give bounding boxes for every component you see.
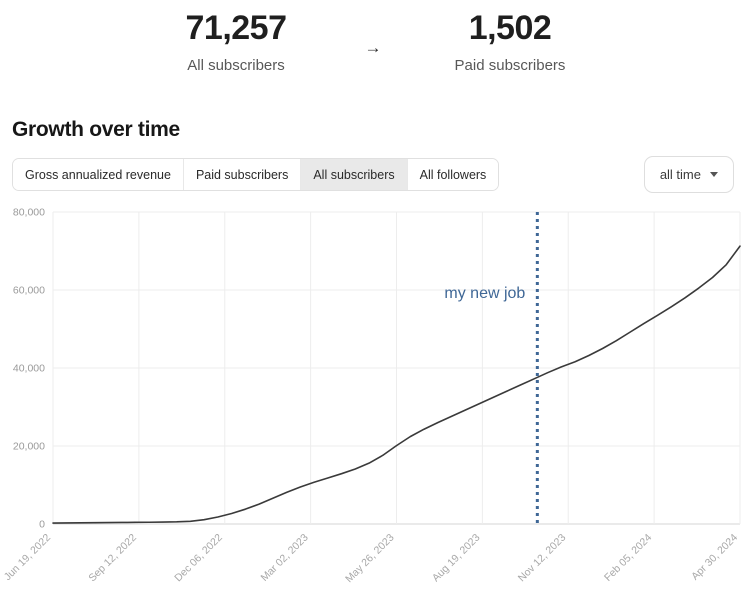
growth-chart: 0 20,000 40,000 60,000 80,000 Jun 19, 2022 Se…	[0, 201, 746, 602]
y-axis-tick-label: 80,000	[13, 207, 45, 219]
x-axis-tick-label: Jun 19, 2022	[2, 532, 54, 584]
x-axis-tick-label: Nov 12, 2023	[516, 532, 569, 585]
x-axis-labels: Jun 19, 2022 Sep 12, 2022 Dec 06, 2022 Mar …	[2, 532, 741, 586]
y-axis-tick-label: 0	[39, 519, 45, 531]
x-axis-tick-label: Dec 06, 2022	[172, 532, 225, 585]
all-subscribers-value: 71,257	[185, 9, 288, 47]
paid-subscribers-value: 1,502	[468, 9, 552, 47]
chart-controls: Gross annualized revenue Paid subscribers…	[12, 156, 734, 194]
x-axis-tick-label: Aug 19, 2023	[430, 532, 483, 585]
tab-label: All subscribers	[313, 167, 395, 182]
stat-paid-subscribers: 1,502 Paid subscribers	[415, 8, 605, 74]
x-axis-tick-label: May 26, 2023	[343, 532, 397, 586]
stat-all-subscribers: 71,257 All subscribers	[141, 8, 331, 74]
time-range-value: all time	[659, 167, 701, 183]
y-axis-tick-label: 60,000	[13, 285, 45, 297]
y-axis-labels: 0 20,000 40,000 60,000 80,000	[13, 207, 45, 531]
x-axis-tick-label: Feb 05, 2024	[602, 532, 654, 584]
x-axis-tick-label: Sep 12, 2022	[86, 532, 139, 585]
tab-all-followers[interactable]: All followers	[407, 159, 499, 191]
growth-chart-svg: 0 20,000 40,000 60,000 80,000 Jun 19, 2022 Se…	[2, 207, 741, 586]
metric-tabs: Gross annualized revenue Paid subscribers…	[12, 158, 500, 192]
tab-label: All followers	[419, 167, 487, 182]
paid-subscribers-label: Paid subscribers	[454, 57, 566, 75]
y-axis-tick-label: 20,000	[13, 441, 45, 453]
tab-label: Paid subscribers	[195, 167, 289, 182]
chevron-down-icon	[710, 172, 718, 178]
tab-paid-subscribers[interactable]: Paid subscribers	[183, 159, 302, 191]
annotation-label: my new job	[444, 285, 525, 302]
tab-all-subscribers[interactable]: All subscribers	[301, 159, 408, 191]
all-subscribers-label: All subscribers	[187, 57, 285, 75]
tab-label: Gross annualized revenue	[25, 167, 171, 182]
x-axis-tick-label: Apr 30, 2024	[689, 532, 740, 583]
arrow-right-icon: →	[364, 38, 382, 57]
page-title: Growth over time	[12, 118, 180, 142]
summary-stats: 71,257 All subscribers → 1,502 Paid subs…	[0, 0, 746, 74]
x-axis-tick-label: Mar 02, 2023	[259, 532, 311, 584]
time-range-select[interactable]: all time	[643, 156, 734, 194]
tab-gross-annualized-revenue[interactable]: Gross annualized revenue	[13, 159, 184, 191]
y-axis-tick-label: 40,000	[13, 363, 45, 375]
